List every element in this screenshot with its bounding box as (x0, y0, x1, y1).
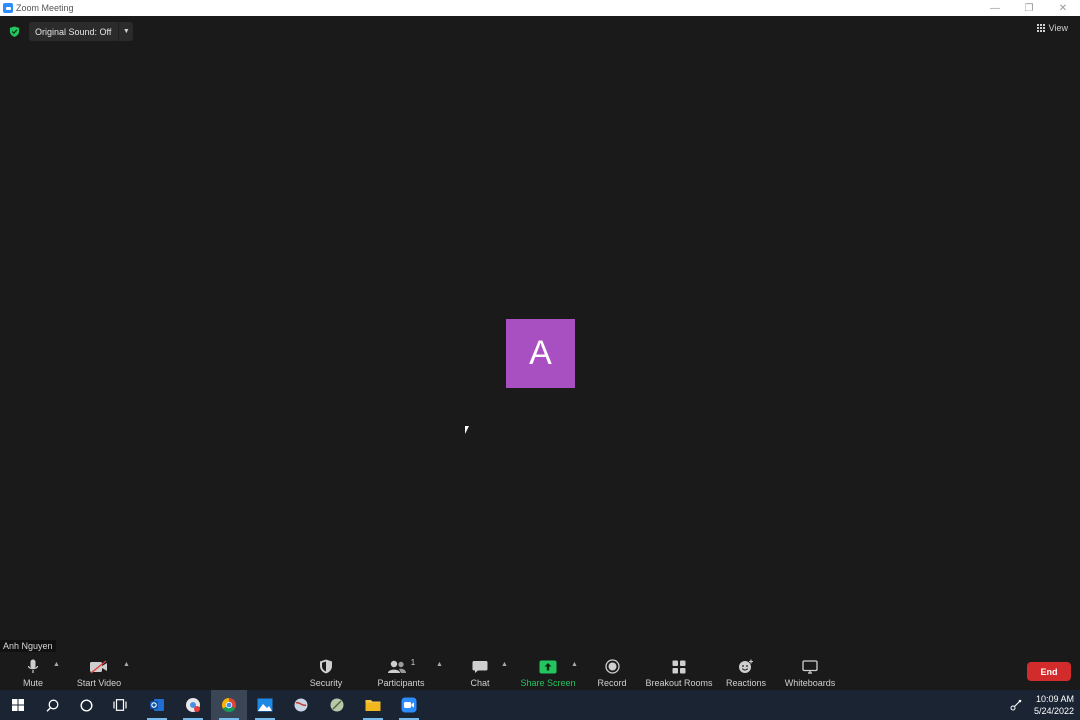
windows-logo-icon (12, 699, 24, 711)
record-icon (604, 658, 620, 675)
globe-app-icon (294, 698, 308, 712)
minimize-icon[interactable]: — (978, 0, 1012, 16)
chat-bubble-icon (472, 658, 488, 675)
participants-label: Participants (377, 678, 425, 688)
share-screen-label: Share Screen (520, 678, 576, 688)
task-view-icon (113, 699, 127, 711)
share-screen-button[interactable]: Share Screen (520, 656, 576, 690)
zoom-icon (401, 697, 417, 713)
cortana-button[interactable] (68, 690, 104, 720)
network-tray-icon[interactable] (1010, 699, 1022, 711)
start-video-button[interactable]: Start Video (74, 656, 124, 690)
encryption-shield-icon[interactable] (9, 26, 20, 37)
mute-label: Mute (22, 678, 43, 688)
reactions-button[interactable]: Reactions (726, 656, 766, 690)
participants-options-caret-icon[interactable]: ▲ (436, 661, 443, 668)
taskbar-photos[interactable] (247, 690, 283, 720)
share-options-caret-icon[interactable]: ▲ (571, 661, 578, 668)
system-clock[interactable]: 10:09 AM 5/24/2022 (1034, 693, 1074, 717)
whiteboards-button[interactable]: Whiteboards (782, 656, 838, 690)
chat-button[interactable]: Chat (465, 656, 495, 690)
chat-label: Chat (470, 678, 490, 688)
folder-icon (365, 700, 381, 711)
avatar-initial: A (529, 334, 552, 372)
video-off-icon (89, 658, 109, 675)
participants-count: 1 (410, 658, 416, 667)
title-bar: Zoom Meeting — ❐ ✕ (0, 0, 1080, 16)
reactions-emoji-icon (738, 658, 754, 675)
meeting-controls-toolbar: Mute ▲ Start Video ▲ Security 1 Particip… (0, 656, 1080, 690)
cortana-circle-icon (79, 698, 93, 712)
grid-view-icon (1036, 24, 1045, 32)
task-view-button[interactable] (102, 690, 138, 720)
taskbar-outlook[interactable] (139, 690, 175, 720)
view-button[interactable]: View (1036, 23, 1068, 33)
mouse-cursor-icon (465, 426, 469, 434)
taskbar-zoom[interactable] (391, 690, 427, 720)
clock-date: 5/24/2022 (1033, 706, 1074, 716)
video-options-caret-icon[interactable]: ▲ (123, 661, 130, 668)
breakout-rooms-icon (672, 658, 686, 675)
photos-icon (257, 698, 273, 712)
original-sound-label: Original Sound: Off (35, 26, 112, 37)
record-label: Record (597, 678, 627, 688)
restore-icon[interactable]: ❐ (1012, 0, 1046, 16)
zoom-app-icon (3, 3, 13, 13)
leaf-app-icon (330, 698, 344, 712)
search-button[interactable] (34, 690, 70, 720)
meeting-area: Original Sound: Off ▼ View A Anh Nguyen (0, 16, 1080, 656)
view-label: View (1048, 23, 1068, 33)
close-icon[interactable]: ✕ (1046, 0, 1080, 16)
breakout-rooms-label: Breakout Rooms (645, 678, 713, 688)
security-shield-icon (319, 658, 333, 675)
chat-options-caret-icon[interactable]: ▲ (501, 661, 508, 668)
breakout-rooms-button[interactable]: Breakout Rooms (645, 656, 713, 690)
taskbar-file-explorer[interactable] (355, 690, 391, 720)
start-video-label: Start Video (76, 678, 122, 688)
clock-time: 10:09 AM (1035, 694, 1074, 704)
record-button[interactable]: Record (594, 656, 630, 690)
share-screen-icon (539, 658, 557, 675)
taskbar-chrome[interactable] (211, 690, 247, 720)
participants-icon: 1 (387, 658, 415, 675)
chrome-profile-icon (186, 698, 200, 712)
whiteboard-icon (802, 658, 818, 675)
mute-options-caret-icon[interactable]: ▲ (53, 661, 60, 668)
mute-button[interactable]: Mute (18, 656, 48, 690)
search-icon (46, 699, 58, 712)
taskbar-chrome-profile[interactable] (175, 690, 211, 720)
taskbar-app-globe[interactable] (283, 690, 319, 720)
original-sound-button[interactable]: Original Sound: Off ▼ (29, 22, 134, 41)
participant-name-tag: Anh Nguyen (0, 640, 56, 652)
window-controls: — ❐ ✕ (978, 0, 1080, 16)
security-button[interactable]: Security (306, 656, 346, 690)
start-button[interactable] (0, 690, 36, 720)
chrome-icon (222, 698, 236, 713)
microphone-icon (27, 658, 39, 675)
security-label: Security (309, 678, 343, 688)
chevron-down-icon[interactable]: ▼ (118, 22, 133, 41)
windows-taskbar: 10:09 AM 5/24/2022 (0, 690, 1080, 720)
outlook-icon (150, 699, 164, 711)
participants-button[interactable]: 1 Participants (376, 656, 426, 690)
window-title: Zoom Meeting (16, 3, 74, 13)
end-meeting-button[interactable]: End (1027, 662, 1071, 681)
participant-avatar[interactable]: A (506, 319, 575, 388)
reactions-label: Reactions (725, 678, 767, 688)
taskbar-app-leaf[interactable] (319, 690, 355, 720)
whiteboards-label: Whiteboards (784, 678, 836, 688)
